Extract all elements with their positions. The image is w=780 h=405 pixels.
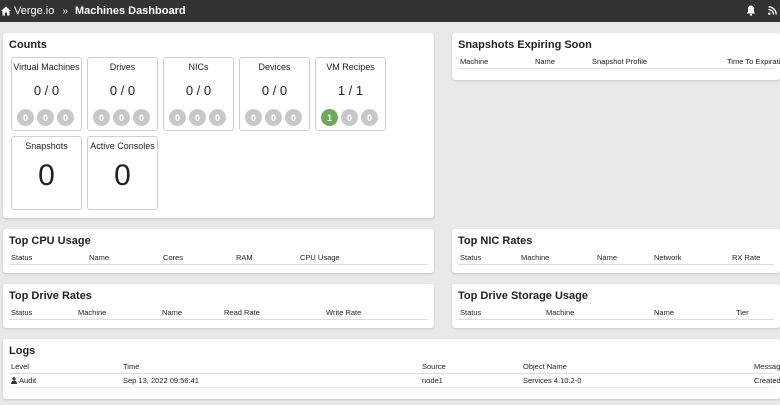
counts-title: Counts: [9, 39, 47, 51]
tile-label: Active Consoles: [90, 141, 155, 151]
nics-tile[interactable]: NICs 0 / 0 0 0 0: [163, 57, 234, 131]
user-icon: [11, 377, 17, 384]
snapshots-expiring-title: Snapshots Expiring Soon: [458, 39, 592, 51]
badge: 0: [265, 109, 282, 126]
table-header: Status Machine Name Read Rate Write Rate: [9, 306, 428, 320]
badge: 0: [361, 109, 378, 126]
badge: 0: [37, 109, 54, 126]
column-header[interactable]: Snapshot Profile: [592, 57, 647, 66]
badge: 0: [169, 109, 186, 126]
badge: 0: [133, 109, 150, 126]
table-header: Machine Name Snapshot Profile Time To Ex…: [458, 55, 780, 69]
column-header[interactable]: Level: [11, 362, 29, 371]
column-header[interactable]: Status: [11, 253, 32, 262]
log-message: Created: [754, 376, 780, 385]
column-header[interactable]: Write Rate: [326, 308, 361, 317]
tile-label: VM Recipes: [326, 62, 375, 72]
tile-label: NICs: [188, 62, 209, 72]
column-header[interactable]: Source: [422, 362, 446, 371]
home-icon[interactable]: [1, 6, 11, 16]
column-header[interactable]: Name: [162, 308, 182, 317]
drives-tile[interactable]: Drives 0 / 0 0 0 0: [87, 57, 158, 131]
table-header: Level Time Source Object Name Message: [9, 360, 780, 374]
bell-icon[interactable]: [746, 5, 756, 16]
log-source: node1: [422, 376, 443, 385]
badge: 0: [209, 109, 226, 126]
badge: 0: [113, 109, 130, 126]
column-header[interactable]: Machine: [460, 57, 488, 66]
column-header[interactable]: Network: [654, 253, 682, 262]
column-header[interactable]: Object Name: [523, 362, 567, 371]
column-header[interactable]: Name: [89, 253, 109, 262]
breadcrumb-separator: »: [62, 5, 68, 17]
column-header[interactable]: Tier: [736, 308, 749, 317]
tile-value: 0: [114, 159, 131, 192]
badge: 0: [245, 109, 262, 126]
devices-tile[interactable]: Devices 0 / 0 0 0 0: [239, 57, 310, 131]
log-object-name: Services 4.10.2-0: [523, 376, 582, 385]
column-header[interactable]: Time: [123, 362, 139, 371]
badge: 0: [93, 109, 110, 126]
logs-title: Logs: [9, 345, 36, 357]
top-drive-rates-panel: Top Drive Rates Status Machine Name Read…: [3, 284, 434, 328]
top-drive-storage-title: Top Drive Storage Usage: [458, 290, 588, 302]
tile-value: 0: [38, 159, 55, 192]
page-title: Machines Dashboard: [74, 5, 186, 17]
badge: 1: [321, 109, 338, 126]
column-header[interactable]: Read Rate: [224, 308, 260, 317]
tile-label: Virtual Machines: [13, 62, 80, 72]
table-header: Status Machine Name Tier: [458, 306, 774, 320]
logs-panel: Logs Level Time Source Object Name Messa…: [3, 339, 780, 399]
column-header[interactable]: RX Rate: [732, 253, 760, 262]
column-header[interactable]: Status: [460, 308, 481, 317]
badge: 0: [17, 109, 34, 126]
counts-panel: Counts Virtual Machines 0 / 0 0 0 0 Driv…: [3, 33, 434, 218]
rss-icon[interactable]: [768, 6, 777, 15]
column-header[interactable]: Machine: [521, 253, 549, 262]
column-header[interactable]: Machine: [78, 308, 106, 317]
tile-value: 0 / 0: [33, 83, 60, 98]
column-header[interactable]: CPU Usage: [300, 253, 340, 262]
top-bar: Verge.io » Machines Dashboard: [0, 0, 780, 22]
badge: 0: [341, 109, 358, 126]
tile-value: 1 / 1: [337, 83, 364, 98]
column-header[interactable]: Cores: [163, 253, 183, 262]
snapshots-tile[interactable]: Snapshots 0: [11, 136, 82, 210]
column-header[interactable]: Status: [11, 308, 32, 317]
column-header[interactable]: Name: [597, 253, 617, 262]
tile-label: Snapshots: [25, 141, 68, 151]
tile-value: 0 / 0: [261, 83, 288, 98]
tile-label: Devices: [258, 62, 291, 72]
active-consoles-tile[interactable]: Active Consoles 0: [87, 136, 158, 210]
log-level-text: Audit: [19, 376, 37, 385]
column-header[interactable]: Time To Expiration: [727, 57, 780, 66]
column-header[interactable]: Status: [460, 253, 481, 262]
log-time: Sep 13, 2022 09:56:41: [123, 376, 199, 385]
column-header[interactable]: Machine: [546, 308, 574, 317]
snapshots-expiring-panel: Snapshots Expiring Soon Machine Name Sna…: [452, 33, 780, 80]
column-header[interactable]: Name: [654, 308, 674, 317]
table-row[interactable]: Audit Sep 13, 2022 09:56:41 node1 Servic…: [9, 374, 780, 388]
badge: 0: [285, 109, 302, 126]
top-nic-rates-panel: Top NIC Rates Status Machine Name Networ…: [452, 229, 780, 273]
badge: 0: [189, 109, 206, 126]
tile-value: 0 / 0: [185, 83, 212, 98]
badge: 0: [57, 109, 74, 126]
top-cpu-usage-title: Top CPU Usage: [9, 235, 91, 247]
column-header[interactable]: Name: [535, 57, 555, 66]
top-drive-rates-title: Top Drive Rates: [9, 290, 92, 302]
column-header[interactable]: Message: [754, 362, 780, 371]
top-cpu-usage-panel: Top CPU Usage Status Name Cores RAM CPU …: [3, 229, 434, 273]
table-header: Status Name Cores RAM CPU Usage: [9, 251, 428, 265]
top-nic-rates-title: Top NIC Rates: [458, 235, 533, 247]
log-level: Audit: [11, 376, 36, 385]
tile-value: 0 / 0: [109, 83, 136, 98]
virtual-machines-tile[interactable]: Virtual Machines 0 / 0 0 0 0: [11, 57, 82, 131]
tile-label: Drives: [109, 62, 136, 72]
breadcrumb-brand[interactable]: Verge.io: [14, 5, 54, 17]
table-header: Status Machine Name Network RX Rate: [458, 251, 774, 265]
top-drive-storage-panel: Top Drive Storage Usage Status Machine N…: [452, 284, 780, 328]
column-header[interactable]: RAM: [236, 253, 253, 262]
vm-recipes-tile[interactable]: VM Recipes 1 / 1 1 0 0: [315, 57, 386, 131]
